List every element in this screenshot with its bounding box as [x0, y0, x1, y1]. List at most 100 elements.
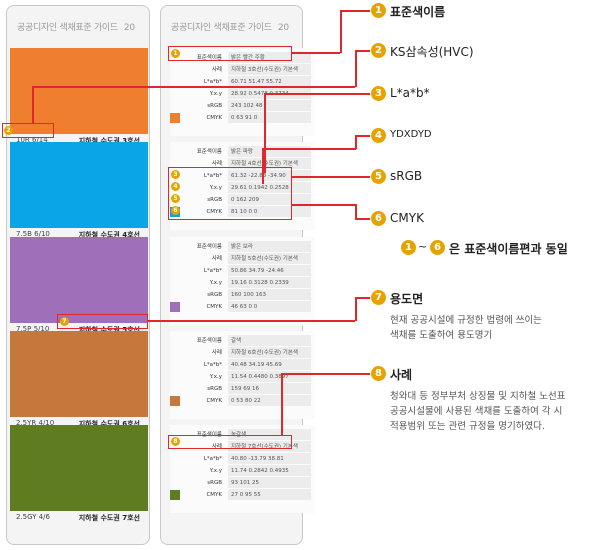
left-panel-title: 공공디자인 색채표준 가이드 20: [17, 20, 135, 33]
spec-row-label: 표준색이름: [196, 244, 222, 250]
spec-row-label: 표준색이름: [196, 338, 222, 344]
spec-row-value: 40.80 -13.79 38.81: [228, 453, 311, 464]
range-note: 은 표준색이름편과 동일: [449, 242, 568, 256]
color-spec-card: 표준색이름 밝은 빨간 주황 사례 지하철 3호선(수도권) 기본색 L*a*b* 60.…: [170, 48, 315, 136]
spec-row: L*a*b* 40.48 34.19 45.69: [170, 359, 315, 371]
connector-line-2: [32, 86, 355, 88]
spec-row-label: 사례: [211, 350, 222, 356]
swatch-line-name: 지하철 수도권 7호선: [78, 514, 140, 522]
color-spec-card: 표준색이름 갈색사례 지하철 6호선(수도권) 기본색 L*a*b* 40.48 34.…: [170, 331, 315, 419]
spec-row: Y.x.y 11.74 0.2842 0.4935: [170, 465, 315, 477]
spec-row: 표준색이름 밝은 보라: [170, 241, 315, 253]
connector-line-4: [262, 148, 264, 184]
legend-label-1: 표준색이름: [390, 5, 446, 19]
legend-badge-5: 5: [371, 169, 386, 184]
spec-row-label: sRGB: [207, 480, 222, 486]
left-panel-page-number: 20: [123, 23, 135, 33]
spec-row-value: 93 101 25: [228, 477, 311, 488]
spec-row-label: Y.x.y: [209, 280, 222, 286]
spec-row-label: L*a*b*: [203, 362, 222, 368]
legend-label-2: KS삼속성(HVC): [390, 45, 474, 59]
legend-badge-6: 6: [371, 211, 386, 226]
spec-row-label: 사례: [211, 67, 222, 73]
spec-row: CMYK 0 63 91 0: [170, 112, 315, 124]
spec-row-value: 19.16 0.3128 0.2339: [228, 277, 311, 288]
spec-row: sRGB 160 100 163: [170, 289, 315, 301]
legend-label-6: CMYK: [390, 211, 424, 225]
connector-line-4: [355, 135, 370, 137]
spec-row: 사례 지하철 3호선(수도권) 기본색: [170, 64, 315, 76]
legend-label-7: 용도면: [390, 292, 424, 306]
spec-row-label: Y.x.y: [209, 374, 222, 380]
connector-line-6: [292, 204, 356, 206]
color-spec-card: 표준색이름 밝은 보라사례 지하철 5호선(수도권) 기본색 L*a*b* 50.86 …: [170, 237, 315, 325]
connector-line-7: [355, 297, 370, 299]
color-swatch: [10, 331, 148, 417]
color-swatch: [10, 237, 148, 323]
legend-desc-8-line1: 청와대 등 정부부처 상징물 및 지하철 노선표: [390, 391, 566, 402]
spec-row: 사례 지하철 5호선(수도권) 기본색: [170, 253, 315, 265]
spec-row-label: CMYK: [206, 115, 222, 121]
spec-row: 표준색이름 갈색: [170, 335, 315, 347]
spec-row: sRGB 243 102 48: [170, 100, 315, 112]
callout-box-name: [168, 46, 292, 61]
spec-row: sRGB 159 69 16: [170, 383, 315, 395]
spec-row-value: 50.86 34.79 -24.46: [228, 265, 311, 276]
connector-line-3: [264, 93, 266, 173]
connector-line-2: [355, 50, 357, 87]
legend-label-3: L*a*b*: [390, 86, 430, 100]
spec-row-value: 159 69 16: [228, 383, 311, 394]
swatch-hvc-code: 2.5GY 4/6: [16, 513, 50, 521]
spec-row-label: sRGB: [207, 103, 222, 109]
legend-badge-2: 2: [371, 43, 386, 58]
color-swatch: [10, 48, 148, 134]
left-panel-title-text: 공공디자인 색채표준 가이드: [17, 23, 118, 33]
spec-row: L*a*b* 40.80 -13.79 38.81: [170, 453, 315, 465]
spec-row-value: 0 53 80 22: [228, 395, 311, 406]
callout-box-hvc: [2, 123, 54, 138]
spec-row-value: 160 100 163: [228, 289, 311, 300]
legend-badge-4: 4: [371, 128, 386, 143]
right-panel-page-number: 20: [277, 23, 289, 33]
connector-line-4: [262, 148, 356, 150]
range-badge-from: 1: [401, 240, 416, 255]
connector-line-5: [292, 176, 370, 178]
spec-row: L*a*b* 50.86 34.79 -24.46: [170, 265, 315, 277]
spec-row-label: L*a*b*: [203, 456, 222, 462]
legend-desc-8-line2: 공공시설물에 사용된 색채를 도출하여 각 시: [390, 406, 563, 417]
connector-line-1: [340, 10, 370, 12]
spec-row-label: 표준색이름: [196, 149, 222, 155]
callout-box-example: [168, 435, 292, 449]
connector-line-7: [355, 297, 357, 321]
legend-badge-3: 3: [371, 86, 386, 101]
legend-badge-7: 7: [371, 290, 386, 305]
spec-row: Y.x.y 19.16 0.3128 0.2339: [170, 277, 315, 289]
spec-row-label: sRGB: [207, 386, 222, 392]
spec-row: 사례 지하철 6호선(수도권) 기본색: [170, 347, 315, 359]
spec-row: sRGB 93 101 25: [170, 477, 315, 489]
connector-line-6: [355, 218, 370, 220]
legend-label-8: 사례: [390, 368, 413, 382]
connector-line-8: [281, 373, 283, 435]
spec-row-value: 11.74 0.2842 0.4935: [228, 465, 311, 476]
spec-row-value: 40.48 34.19 45.69: [228, 359, 311, 370]
connector-line-2: [355, 50, 370, 52]
spec-row-label: CMYK: [206, 304, 222, 310]
spec-row-value: 지하철 5호선(수도권) 기본색: [228, 253, 311, 264]
spec-row-label: 사례: [211, 256, 222, 262]
connector-line-7: [148, 320, 355, 322]
spec-row: CMYK 0 53 80 22: [170, 395, 315, 407]
connector-line-4: [355, 135, 357, 149]
legend-desc-7-line1: 현재 공공시설에 규정한 법령에 쓰이는: [390, 315, 542, 326]
connector-line-1: [292, 52, 340, 54]
legend-badge-1: 1: [371, 3, 386, 18]
spec-row-value: 밝은 보라: [228, 241, 311, 252]
color-chip: [170, 113, 180, 123]
callout-box-usage: [57, 314, 148, 329]
connector-line-2: [32, 86, 34, 123]
color-swatch: [10, 142, 148, 228]
spec-row-value: 지하철 6호선(수도권) 기본색: [228, 347, 311, 358]
right-panel-title-text: 공공디자인 색채표준 가이드: [171, 23, 272, 33]
spec-row-label: sRGB: [207, 292, 222, 298]
spec-row-value: 243 102 48: [228, 100, 311, 111]
